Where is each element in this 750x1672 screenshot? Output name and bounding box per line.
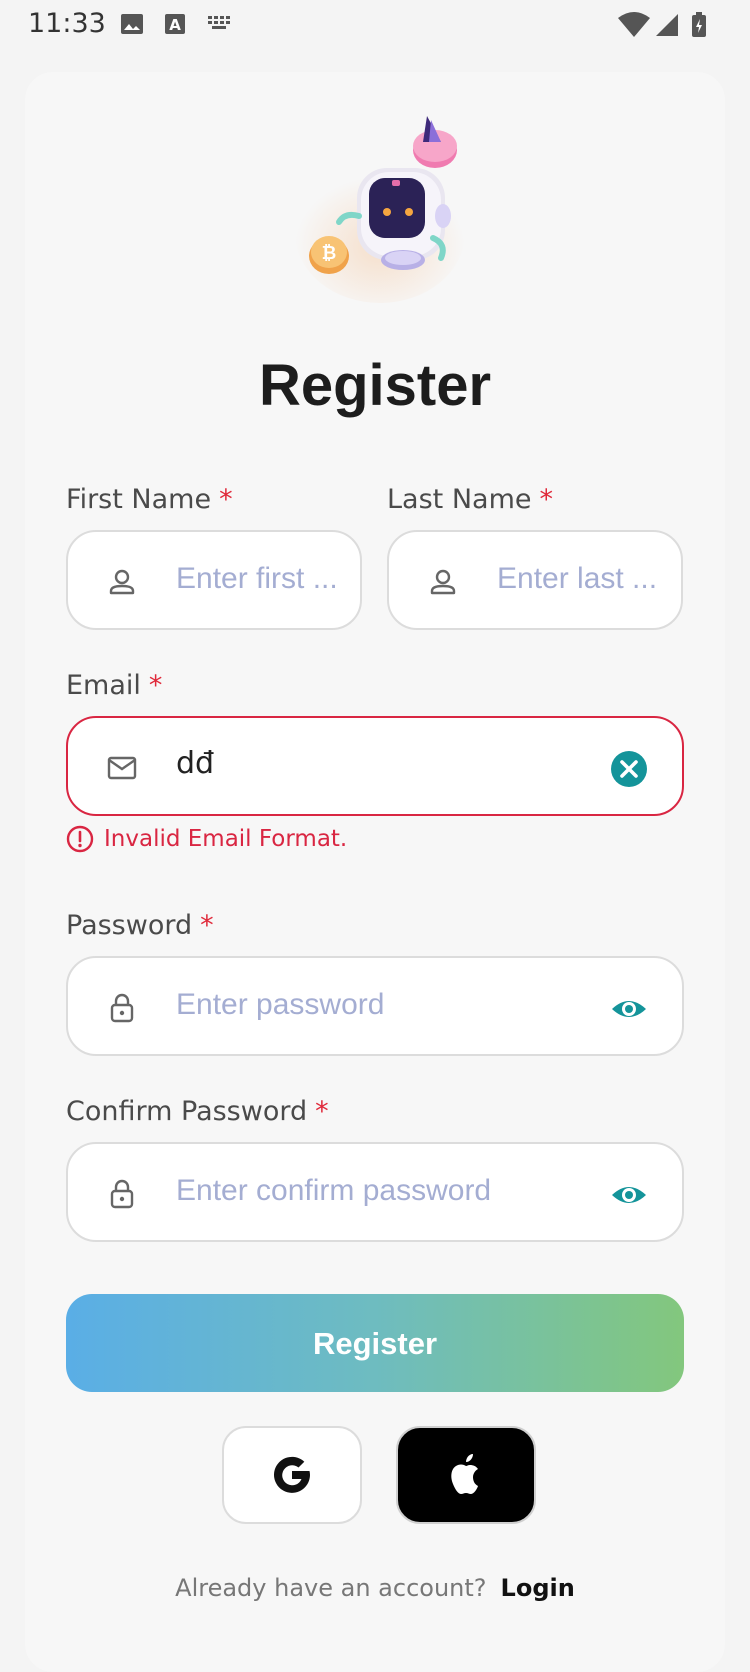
apple-icon [451, 1454, 478, 1494]
image-icon [121, 14, 143, 34]
svg-text:A: A [169, 16, 181, 34]
register-button[interactable]: Register [66, 1294, 684, 1392]
email-value: dđ [176, 746, 215, 781]
robot-mascot-illustration: ₿ [295, 116, 465, 303]
email-label-text: Email [66, 670, 141, 701]
text-a-icon: A [165, 14, 185, 34]
email-error-message: Invalid Email Format. [66, 824, 347, 854]
last-name-label-text: Last Name [387, 484, 532, 515]
first-name-placeholder: Enter first ... [176, 562, 338, 595]
last-name-placeholder: Enter last ... [497, 562, 658, 595]
email-error-text: Invalid Email Format. [104, 826, 348, 852]
first-name-label: First Name * [66, 484, 233, 515]
eye-icon[interactable] [610, 990, 648, 1028]
password-placeholder: Enter password [176, 988, 385, 1021]
required-mark: * [148, 670, 163, 701]
svg-text:₿: ₿ [322, 243, 337, 264]
lock-icon [110, 993, 134, 1023]
confirm-password-label-text: Confirm Password [66, 1096, 308, 1127]
confirm-password-placeholder: Enter confirm password [176, 1174, 492, 1207]
email-label: Email * [66, 670, 162, 701]
status-bar: 11:33 A [0, 0, 750, 48]
wifi-icon [618, 12, 650, 37]
signal-icon [656, 14, 678, 36]
page-title: Register [258, 353, 492, 418]
mail-icon [107, 756, 137, 780]
first-name-label-text: First Name [66, 484, 212, 515]
clear-icon[interactable] [610, 750, 648, 788]
login-link[interactable]: Login [501, 1574, 575, 1602]
apple-signin-button[interactable] [396, 1426, 536, 1524]
user-icon [430, 569, 456, 595]
google-signin-button[interactable] [222, 1426, 362, 1524]
email-field[interactable]: dđ [66, 716, 684, 816]
required-mark: * [219, 484, 233, 515]
last-name-label: Last Name * [387, 484, 553, 515]
confirm-password-label: Confirm Password * [66, 1096, 329, 1127]
required-mark: * [315, 1096, 329, 1127]
confirm-password-field[interactable]: Enter confirm password [66, 1142, 684, 1242]
required-mark: * [539, 484, 553, 515]
last-name-field[interactable]: Enter last ... [387, 530, 683, 630]
password-label: Password * [66, 910, 214, 941]
keyboard-icon [208, 16, 230, 29]
battery-icon [692, 12, 706, 37]
first-name-field[interactable]: Enter first ... [66, 530, 362, 630]
login-prompt-text: Already have an account? [175, 1574, 487, 1602]
google-icon [274, 1456, 310, 1493]
user-icon [109, 569, 135, 595]
lock-icon [110, 1179, 134, 1209]
error-icon [66, 825, 94, 853]
required-mark: * [200, 910, 214, 941]
login-prompt: Already have an account? Login [0, 1574, 750, 1602]
password-label-text: Password [66, 910, 193, 941]
eye-icon[interactable] [610, 1176, 648, 1214]
status-time: 11:33 [28, 8, 106, 39]
register-card [25, 72, 725, 1672]
password-field[interactable]: Enter password [66, 956, 684, 1056]
